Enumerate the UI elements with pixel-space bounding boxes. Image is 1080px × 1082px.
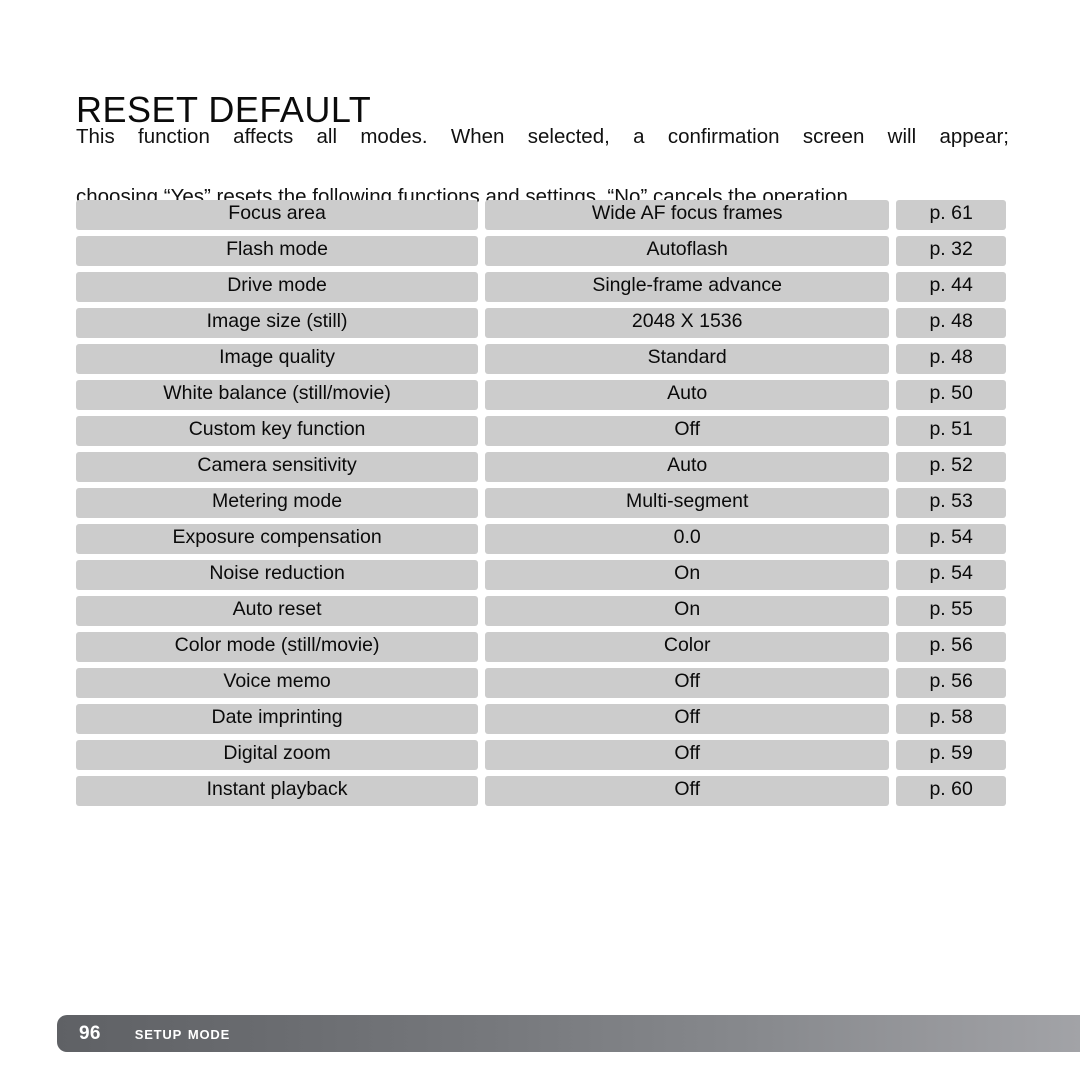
cell-page-reference: p. 55 [896, 596, 1007, 626]
cell-page-reference: p. 59 [896, 740, 1007, 770]
intro-line-1: This function affects all modes. When se… [76, 125, 1009, 148]
cell-page-reference: p. 53 [896, 488, 1007, 518]
table-row: Image quality Standard p. 48 [76, 344, 1007, 374]
table-row: Instant playback Off p. 60 [76, 776, 1007, 806]
cell-function-name: Instant playback [76, 776, 479, 806]
cell-function-name: Flash mode [76, 236, 479, 266]
cell-function-name: Image quality [76, 344, 479, 374]
cell-page-reference: p. 54 [896, 560, 1007, 590]
document-page: RESET DEFAULT This function affects all … [0, 0, 1080, 1082]
cell-default-setting: Off [485, 416, 890, 446]
cell-function-name: Noise reduction [76, 560, 479, 590]
cell-function-name: Voice memo [76, 668, 479, 698]
cell-page-reference: p. 56 [896, 668, 1007, 698]
cell-function-name: Auto reset [76, 596, 479, 626]
table-row: Drive mode Single-frame advance p. 44 [76, 272, 1007, 302]
cell-page-reference: p. 61 [896, 200, 1007, 230]
cell-function-name: Color mode (still/movie) [76, 632, 479, 662]
cell-default-setting: On [485, 560, 890, 590]
table-row: Voice memo Off p. 56 [76, 668, 1007, 698]
cell-function-name: White balance (still/movie) [76, 380, 479, 410]
cell-default-setting: Autoflash [485, 236, 890, 266]
cell-page-reference: p. 54 [896, 524, 1007, 554]
cell-default-setting: 0.0 [485, 524, 890, 554]
cell-function-name: Camera sensitivity [76, 452, 479, 482]
table-row: Focus area Wide AF focus frames p. 61 [76, 200, 1007, 230]
cell-page-reference: p. 58 [896, 704, 1007, 734]
table-row: Auto reset On p. 55 [76, 596, 1007, 626]
cell-page-reference: p. 48 [896, 308, 1007, 338]
cell-function-name: Image size (still) [76, 308, 479, 338]
footer-page-number: 96 [79, 1022, 101, 1044]
cell-default-setting: Auto [485, 380, 890, 410]
table-row: Digital zoom Off p. 59 [76, 740, 1007, 770]
page-footer: 96 Setup mode [57, 1015, 1080, 1052]
cell-default-setting: Auto [485, 452, 890, 482]
table-row: Exposure compensation 0.0 p. 54 [76, 524, 1007, 554]
reset-default-settings-table: Focus area Wide AF focus frames p. 61 Flash… [76, 200, 1007, 812]
table-row: Noise reduction On p. 54 [76, 560, 1007, 590]
cell-default-setting: On [485, 596, 890, 626]
cell-page-reference: p. 52 [896, 452, 1007, 482]
cell-default-setting: Standard [485, 344, 890, 374]
cell-function-name: Drive mode [76, 272, 479, 302]
table-row: Image size (still) 2048 X 1536 p. 48 [76, 308, 1007, 338]
cell-default-setting: Single-frame advance [485, 272, 890, 302]
table-row: Date imprinting Off p. 58 [76, 704, 1007, 734]
cell-function-name: Date imprinting [76, 704, 479, 734]
cell-default-setting: 2048 X 1536 [485, 308, 890, 338]
cell-page-reference: p. 51 [896, 416, 1007, 446]
cell-function-name: Focus area [76, 200, 479, 230]
cell-default-setting: Off [485, 668, 890, 698]
cell-page-reference: p. 32 [896, 236, 1007, 266]
cell-default-setting: Wide AF focus frames [485, 200, 890, 230]
intro-paragraph: This function affects all modes. When se… [76, 122, 1009, 212]
cell-page-reference: p. 50 [896, 380, 1007, 410]
cell-default-setting: Off [485, 776, 890, 806]
table-row: White balance (still/movie) Auto p. 50 [76, 380, 1007, 410]
cell-default-setting: Off [485, 740, 890, 770]
footer-section-label: Setup mode [134, 1023, 231, 1043]
cell-page-reference: p. 48 [896, 344, 1007, 374]
table-row: Camera sensitivity Auto p. 52 [76, 452, 1007, 482]
cell-page-reference: p. 44 [896, 272, 1007, 302]
table-row: Color mode (still/movie) Color p. 56 [76, 632, 1007, 662]
table-row: Metering mode Multi-segment p. 53 [76, 488, 1007, 518]
cell-function-name: Custom key function [76, 416, 479, 446]
cell-function-name: Digital zoom [76, 740, 479, 770]
cell-default-setting: Off [485, 704, 890, 734]
cell-page-reference: p. 60 [896, 776, 1007, 806]
cell-page-reference: p. 56 [896, 632, 1007, 662]
table-row: Flash mode Autoflash p. 32 [76, 236, 1007, 266]
cell-default-setting: Multi-segment [485, 488, 890, 518]
table-row: Custom key function Off p. 51 [76, 416, 1007, 446]
cell-function-name: Exposure compensation [76, 524, 479, 554]
cell-function-name: Metering mode [76, 488, 479, 518]
cell-default-setting: Color [485, 632, 890, 662]
